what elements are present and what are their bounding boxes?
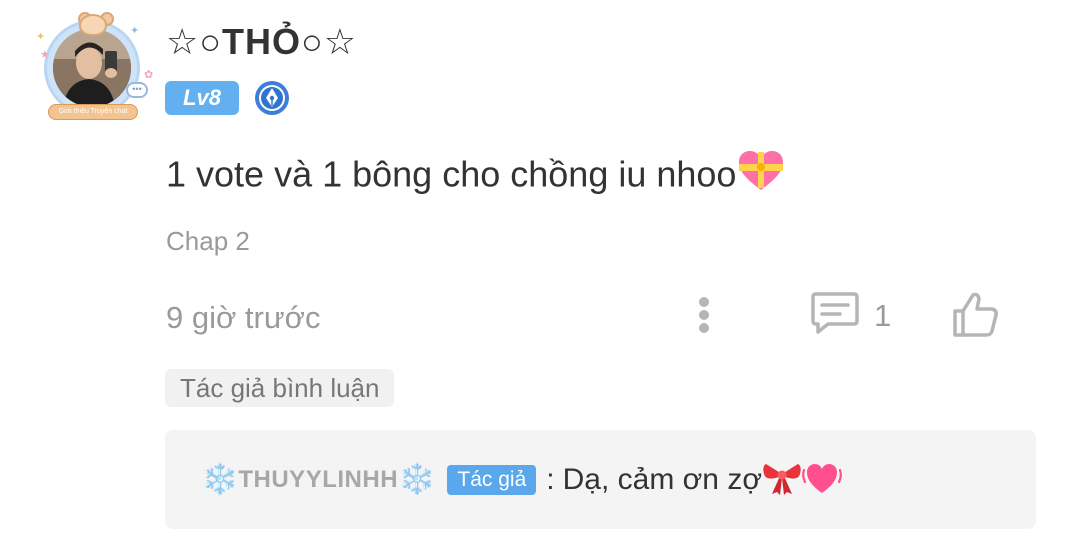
reply-text: Dạ, cảm ơn zợ: [562, 463, 763, 496]
pen-badge-icon: [254, 80, 290, 116]
reply-count: 1: [874, 298, 892, 333]
avatar-banner: Giới thiệu Truyện chat: [48, 104, 138, 120]
snowflake-icon: ❄️: [398, 463, 436, 496]
level-badge: Lv8: [165, 81, 239, 115]
more-vertical-icon[interactable]: [690, 292, 718, 338]
username[interactable]: ☆○THỎ○☆: [166, 20, 357, 64]
vibrating-heart-emoji: [802, 460, 842, 501]
timestamp: 9 giờ trước: [166, 300, 321, 335]
more-dot: [699, 323, 709, 333]
bear-head-decoration: [79, 14, 107, 36]
sparkle-decoration: ✦: [130, 25, 140, 37]
gift-heart-emoji: [738, 150, 784, 204]
comment-icon: [811, 292, 859, 334]
flower-decoration: ✿: [144, 69, 154, 81]
more-dot: [699, 310, 709, 320]
author-reply-box[interactable]: ❄️ THUYYLINHH ❄️ Tác giả : Dạ, cảm ơn zợ: [165, 430, 1036, 529]
like-button[interactable]: [950, 290, 1002, 342]
sparkle-decoration: ✦: [36, 31, 46, 43]
ribbon-emoji: [762, 460, 802, 501]
comment-body: 1 vote và 1 bông cho chồng iu nhoo: [166, 153, 737, 195]
avatar[interactable]: ★ ✦ ✦ ✿ ••• Giới thiệu Truyện chat: [34, 10, 154, 122]
thumbs-up-icon: [953, 292, 998, 337]
chapter-label[interactable]: Chap 2: [166, 224, 250, 258]
star-decoration: ★: [40, 49, 50, 61]
more-dot: [699, 297, 709, 307]
snowflake-icon: ❄️: [201, 463, 239, 496]
reply-author-name[interactable]: THUYYLINHH: [238, 460, 398, 500]
author-tag: Tác giả: [447, 465, 537, 495]
reply-separator: :: [546, 463, 555, 496]
avatar-photo: [53, 29, 131, 107]
author-comment-label: Tác giả bình luận: [165, 369, 395, 407]
chat-bubble-icon: •••: [126, 82, 148, 98]
reply-button[interactable]: 1: [810, 290, 900, 340]
comment-text: 1 vote và 1 bông cho chồng iu nhoo: [166, 150, 784, 204]
author-reply-line: ❄️ THUYYLINHH ❄️ Tác giả : Dạ, cảm ơn zợ: [201, 460, 842, 500]
